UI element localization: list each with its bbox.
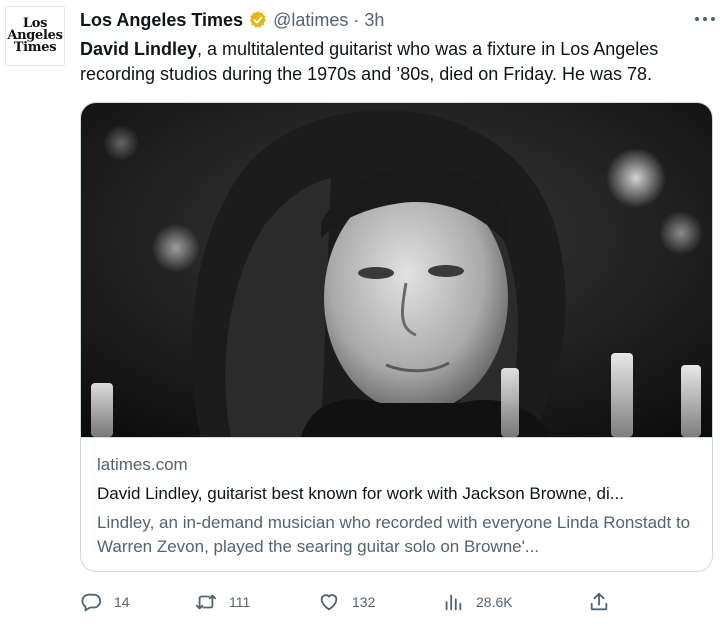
timestamp[interactable]: 3h — [364, 10, 384, 31]
retweet-button[interactable]: 111 — [195, 590, 250, 614]
verified-badge-icon[interactable] — [248, 10, 268, 30]
like-button[interactable]: 132 — [318, 590, 375, 614]
reply-icon — [81, 593, 102, 612]
share-button[interactable] — [588, 590, 622, 614]
tweet-text: David Lindley, a multitalented guitarist… — [80, 37, 720, 87]
card-description: Lindley, an in-demand musician who recor… — [97, 513, 691, 556]
retweet-icon — [195, 594, 217, 610]
card-title[interactable]: David Lindley, guitarist best known for … — [97, 484, 697, 504]
avatar[interactable]: Los Angeles Times — [5, 6, 65, 66]
reply-count: 14 — [114, 594, 130, 610]
more-horizontal-icon[interactable] — [695, 10, 715, 28]
share-icon — [590, 592, 608, 611]
views-button[interactable]: 28.6K — [442, 590, 513, 614]
card-photo[interactable] — [81, 103, 712, 437]
link-card[interactable]: latimes.com David Lindley, guitarist bes… — [80, 102, 713, 572]
tweet-bold-lead: David Lindley — [80, 39, 198, 59]
tweet-header: Los Angeles Times @latimes · 3h — [80, 8, 717, 32]
author-handle[interactable]: @latimes — [273, 10, 348, 31]
reply-button[interactable]: 14 — [80, 590, 130, 614]
logo-line-3: Times — [13, 40, 57, 55]
views-count: 28.6K — [476, 594, 513, 610]
card-domain: latimes.com — [97, 455, 188, 474]
retweet-count: 111 — [229, 594, 251, 610]
views-icon — [445, 594, 462, 611]
like-count: 132 — [352, 594, 376, 610]
separator-dot: · — [353, 9, 360, 30]
author-name[interactable]: Los Angeles Times — [80, 10, 243, 31]
like-icon — [320, 594, 338, 611]
card-divider — [81, 437, 712, 438]
action-bar: 14 111 132 28.6K — [80, 590, 720, 614]
